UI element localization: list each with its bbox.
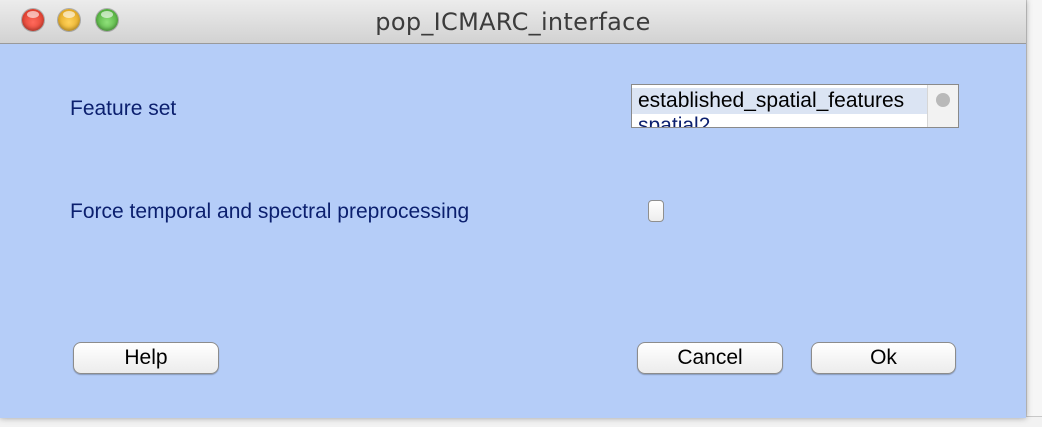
help-button[interactable]: Help xyxy=(73,342,219,374)
scrollbar-thumb[interactable] xyxy=(936,93,950,107)
title-bar[interactable]: pop_ICMARC_interface xyxy=(0,0,1026,44)
list-item[interactable]: spatial2 xyxy=(632,113,928,127)
force-preprocessing-checkbox[interactable] xyxy=(648,200,664,222)
cancel-button[interactable]: Cancel xyxy=(637,342,783,374)
listbox-scrollbar[interactable] xyxy=(927,85,958,127)
list-item-selected[interactable]: established_spatial_features xyxy=(632,88,928,114)
background-window-edge xyxy=(1026,0,1042,426)
feature-set-label: Feature set xyxy=(70,97,177,120)
window-title: pop_ICMARC_interface xyxy=(375,8,651,36)
ok-button[interactable]: Ok xyxy=(811,342,956,374)
dialog-window: pop_ICMARC_interface Feature set establi… xyxy=(0,0,1026,418)
force-preprocessing-label: Force temporal and spectral preprocessin… xyxy=(70,200,470,223)
feature-set-listbox[interactable]: established_spatial_features spatial2 xyxy=(631,84,959,128)
